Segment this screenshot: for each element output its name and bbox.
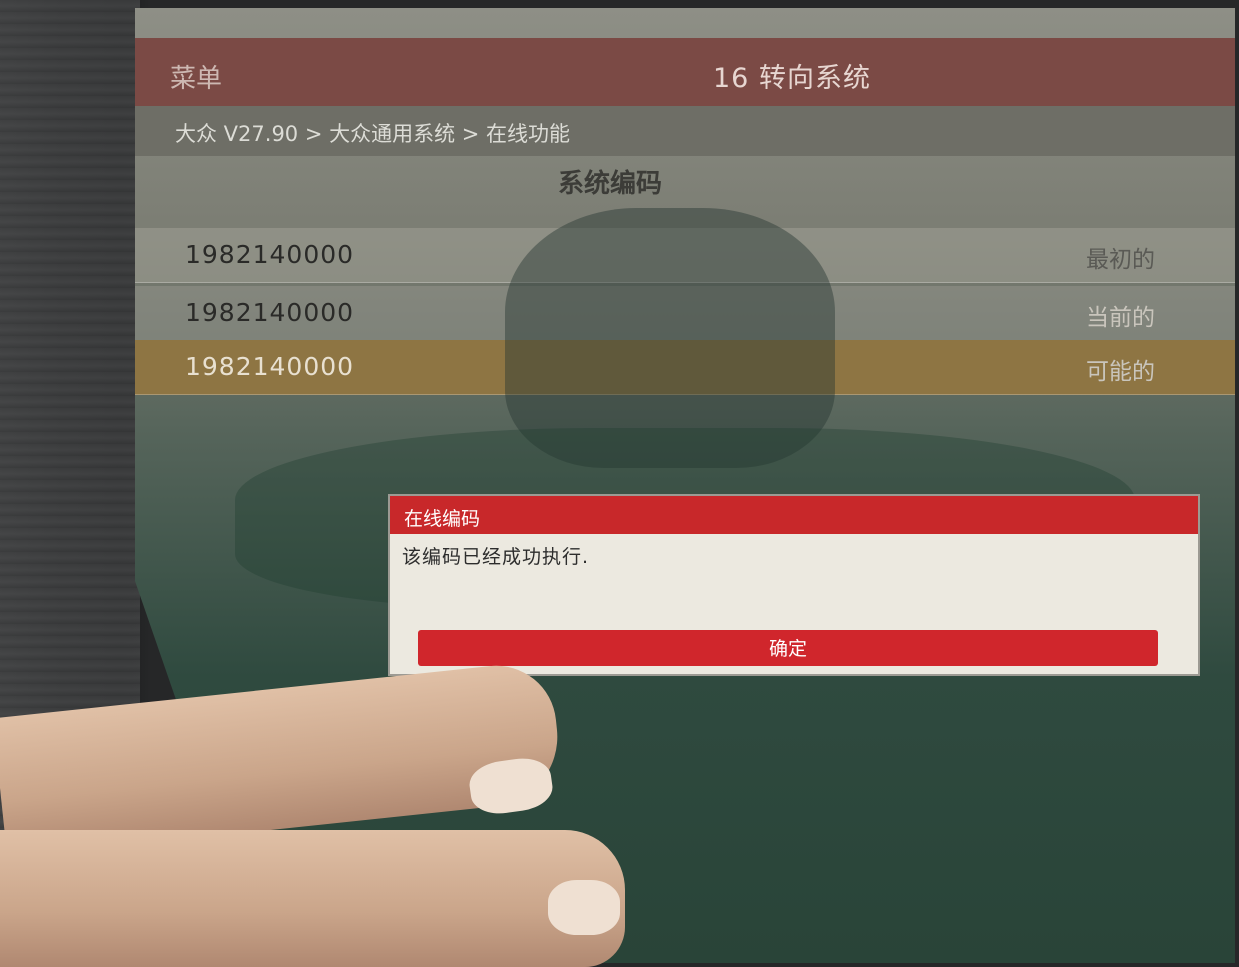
dialog-message: 该编码已经成功执行. [402, 546, 590, 568]
confirm-button[interactable]: 确定 [418, 630, 1158, 666]
dialog-title: 在线编码 [404, 508, 481, 530]
code-status: 可能的 [1086, 359, 1155, 385]
code-value: 1982140000 [185, 298, 355, 327]
breadcrumb: 大众 V27.90 > 大众通用系统 > 在线功能 [135, 106, 1235, 156]
online-coding-dialog: 在线编码 该编码已经成功执行. 确定 [390, 496, 1198, 674]
menu-button[interactable]: 菜单 [170, 58, 222, 95]
breadcrumb-path[interactable]: 大众 V27.90 > 大众通用系统 > 在线功能 [175, 118, 570, 148]
code-status: 最初的 [1086, 247, 1155, 273]
page-title: 16 转向系统 [713, 63, 871, 94]
app-title-bar [135, 38, 1235, 106]
fingernail [548, 880, 620, 935]
code-value: 1982140000 [185, 240, 355, 269]
finger [0, 830, 625, 967]
dialog-header: 在线编码 [390, 496, 1198, 534]
code-value: 1982140000 [185, 352, 355, 381]
code-status: 当前的 [1086, 305, 1155, 331]
section-title: 系统编码 [557, 169, 662, 199]
